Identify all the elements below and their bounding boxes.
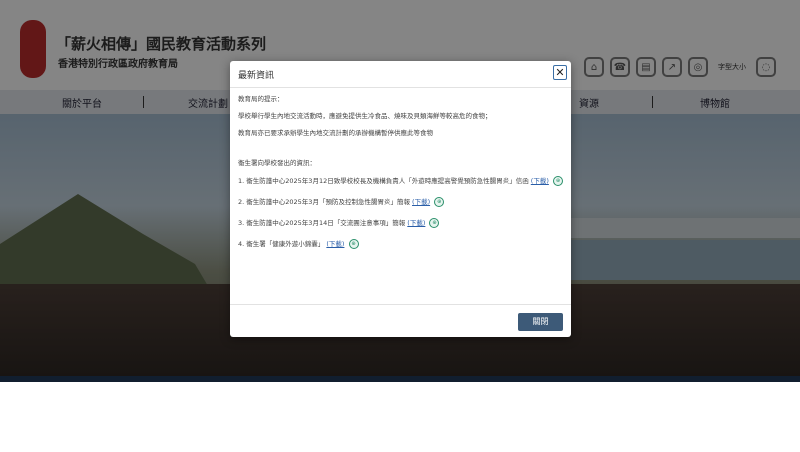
reminder-text: 學校舉行學生內地交流活動時，應避免提供生冷食品、燒味及貝類海鮮等較高危的食物；	[238, 112, 492, 120]
download-link[interactable]: (下載)	[326, 240, 344, 248]
list-item: 2. 衞生防護中心2025年3月「預防及控制急性腸胃炎」簡報 (下載) ⊕	[238, 197, 563, 207]
download-icon[interactable]: ⊕	[429, 218, 440, 228]
close-button[interactable]: 關閉	[518, 313, 563, 331]
download-icon[interactable]: ⊕	[434, 197, 445, 207]
list-item: 1. 衞生防護中心2025年3月12日致學校校長及機構負責人「外遊時應提高警覺預…	[238, 176, 563, 186]
download-link[interactable]: (下載)	[531, 177, 549, 185]
list-item-text: 2. 衞生防護中心2025年3月「預防及控制急性腸胃炎」簡報	[238, 198, 410, 206]
download-icon[interactable]: ⊕	[348, 239, 359, 249]
list-item-text: 3. 衞生防護中心2025年3月14日「交流團注意事項」簡報	[238, 219, 406, 227]
modal-footer-divider	[230, 304, 571, 305]
modal-header: 最新資訊 ✕	[230, 61, 571, 88]
reminder-heading: 教育局的提示：	[238, 95, 284, 103]
list-item: 4. 衞生署「健康外遊小錦囊」 (下載) ⊕	[238, 239, 563, 249]
list-item-text: 1. 衞生防護中心2025年3月12日致學校校長及機構負責人「外遊時應提高警覺預…	[238, 177, 529, 185]
modal-title: 最新資訊	[238, 71, 275, 81]
modal-body: 教育局的提示： 學校舉行學生內地交流活動時，應避免提供生冷食品、燒味及貝類海鮮等…	[238, 95, 563, 260]
download-link[interactable]: (下載)	[407, 219, 425, 227]
list-item-text: 4. 衞生署「健康外遊小錦囊」	[238, 240, 325, 248]
download-icon[interactable]: ⊕	[552, 176, 563, 186]
health-heading: 衞生署向學校發出的資訊：	[238, 159, 316, 167]
reminder-text: 教育局亦已要求承辦學生內地交流計劃的承辦機構暫停供應此等食物	[238, 129, 433, 137]
download-link[interactable]: (下載)	[412, 198, 430, 206]
news-modal: 最新資訊 ✕ 教育局的提示： 學校舉行學生內地交流活動時，應避免提供生冷食品、燒…	[230, 61, 571, 337]
list-item: 3. 衞生防護中心2025年3月14日「交流團注意事項」簡報 (下載) ⊕	[238, 218, 563, 228]
close-icon[interactable]: ✕	[553, 65, 567, 80]
